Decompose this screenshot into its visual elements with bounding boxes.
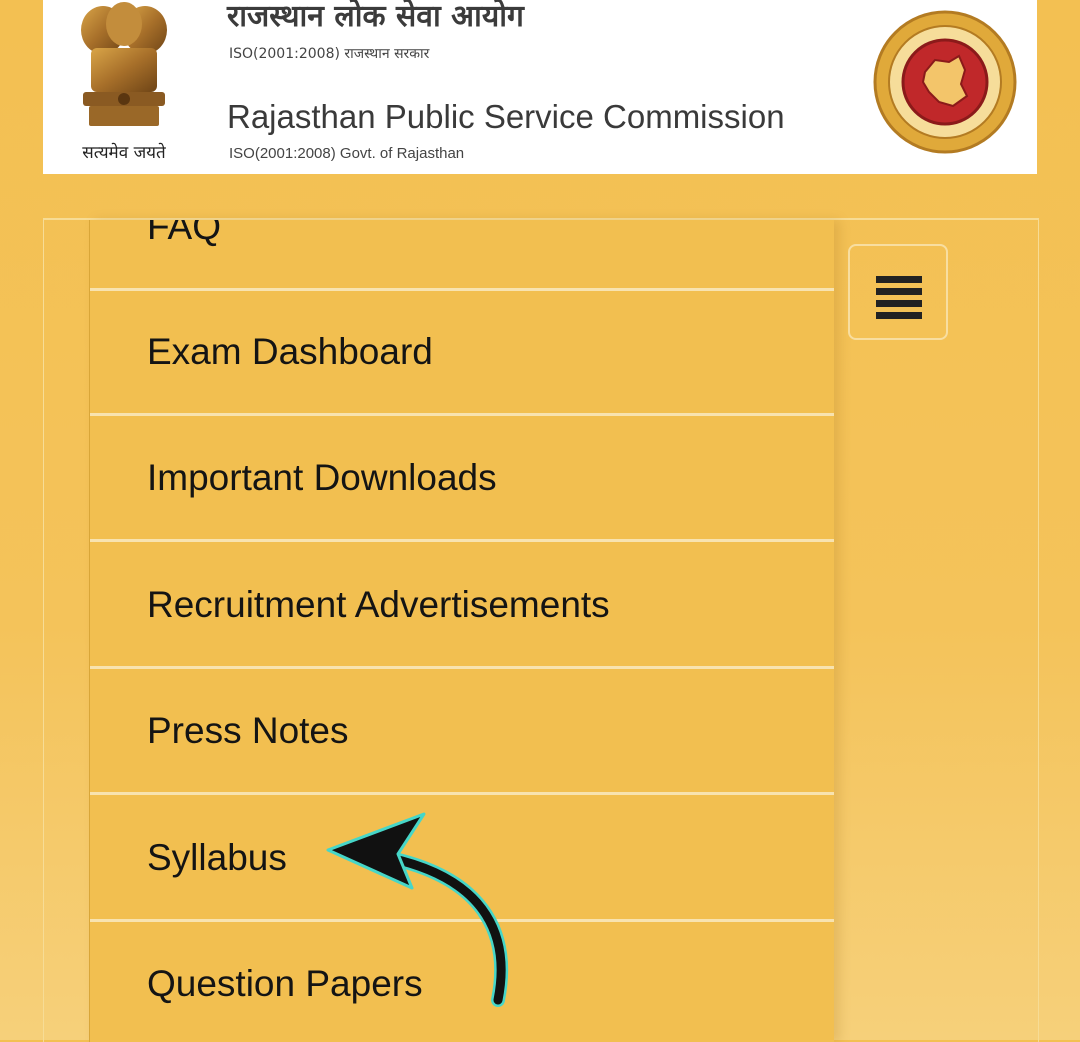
menu-item-label: Recruitment Advertisements xyxy=(147,584,610,625)
menu-item-label: Exam Dashboard xyxy=(147,331,433,372)
menu-item-label: Press Notes xyxy=(147,710,349,751)
national-emblem-icon xyxy=(81,2,167,126)
org-title-hindi: राजस्थान लोक सेवा आयोग xyxy=(227,0,524,34)
menu-item-label: Important Downloads xyxy=(147,457,497,498)
menu-item-faq[interactable]: FAQ xyxy=(90,220,834,291)
menu-toggle-button[interactable] xyxy=(848,244,948,340)
iso-text-hindi: ISO(2001:2008) राजस्थान सरकार xyxy=(229,46,430,62)
navigation-panel: FAQ Exam Dashboard Important Downloads R… xyxy=(43,218,1039,1042)
menu-item-recruitment-advertisements[interactable]: Recruitment Advertisements xyxy=(90,544,834,669)
menu-item-exam-dashboard[interactable]: Exam Dashboard xyxy=(90,291,834,416)
menu-item-important-downloads[interactable]: Important Downloads xyxy=(90,417,834,542)
menu-item-press-notes[interactable]: Press Notes xyxy=(90,670,834,795)
menu-item-label: FAQ xyxy=(147,220,222,247)
menu-item-label: Syllabus xyxy=(147,837,287,878)
iso-text-english: ISO(2001:2008) Govt. of Rajasthan xyxy=(229,145,465,162)
site-header: सत्यमेव जयते राजस्थान लोक सेवा आयोग ISO(… xyxy=(43,0,1037,174)
rpsc-seal-icon xyxy=(873,10,1017,154)
motto-text: सत्यमेव जयते xyxy=(82,143,166,163)
org-title-english: Rajasthan Public Service Commission xyxy=(227,98,785,135)
curved-arrow-icon xyxy=(326,812,509,1007)
